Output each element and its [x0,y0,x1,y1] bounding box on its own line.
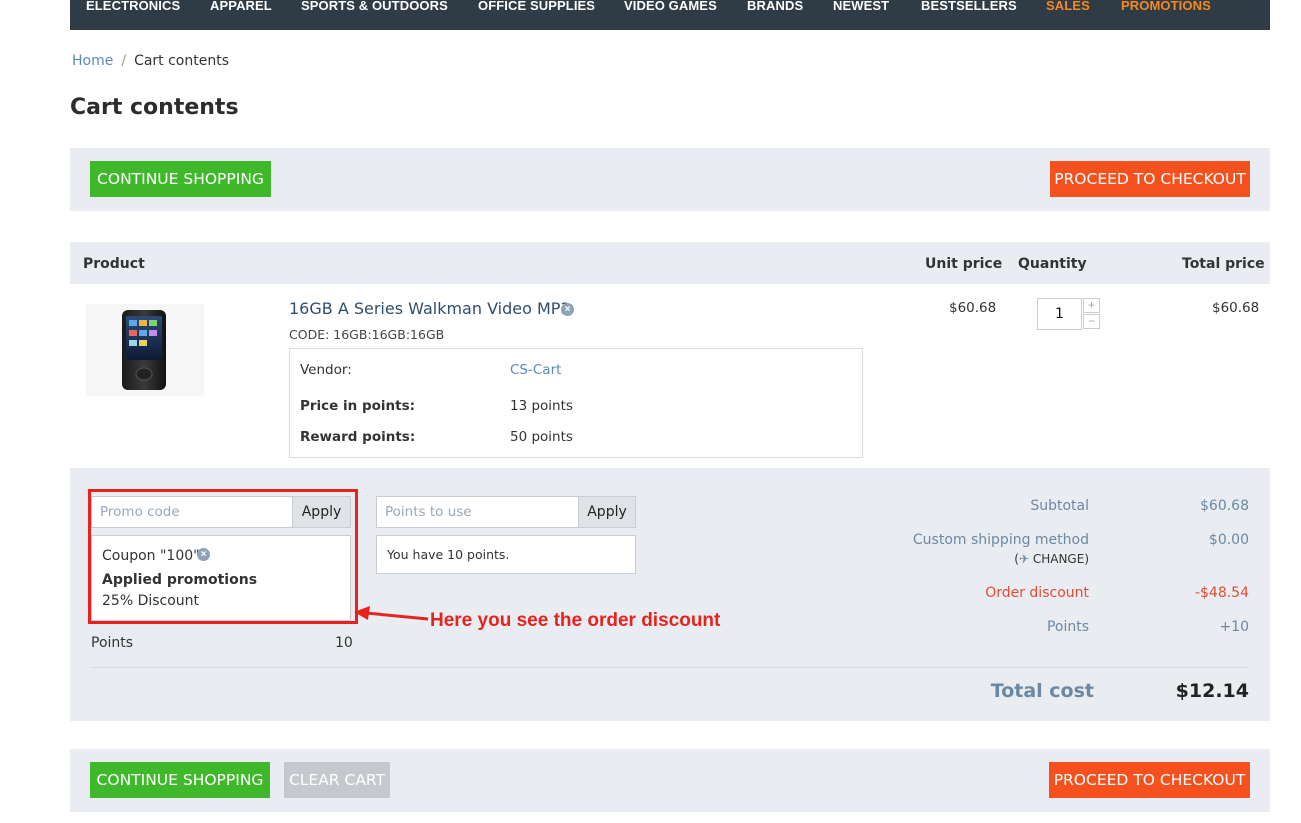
total-cost-label: Total cost [990,680,1094,702]
points-info-box: You have 10 points. [376,535,636,574]
vendor-label: Vendor: [300,362,352,378]
remove-product-icon[interactable]: × [561,303,574,316]
annotation-arrow-icon [354,606,429,621]
reward-points-label: Reward points: [300,429,416,445]
breadcrumb-home-link[interactable]: Home [72,53,113,69]
order-discount-value: -$48.54 [1194,585,1249,601]
quantity-input[interactable]: 1 [1037,298,1082,330]
annotation-text: Here you see the order discount [430,610,721,631]
quantity-increase-button[interactable]: + [1083,298,1100,313]
nav-item-newest[interactable]: NEWEST [833,0,889,13]
nav-item-bestsellers[interactable]: BESTSELLERS [921,0,1017,13]
points-apply-button[interactable]: Apply [578,497,635,527]
plane-icon: ✈ [1018,552,1030,566]
reward-points-value: 50 points [510,429,573,445]
nav-item-promotions[interactable]: PROMOTIONS [1121,0,1211,13]
annotation-highlight-box [88,489,358,624]
product-name-link[interactable]: 16GB A Series Walkman Video MP3 [289,299,571,318]
header-total-price: Total price [1182,256,1265,272]
total-cost-value: $12.14 [1175,680,1249,702]
table-header: Product Unit price Quantity Total price [70,242,1270,284]
nav-item-video-games[interactable]: VIDEO GAMES [624,0,717,13]
product-code: CODE: 16GB:16GB:16GB [289,327,445,342]
shipping-method-label: Custom shipping method [912,532,1089,548]
points-summary-value: +10 [1219,619,1249,635]
proceed-to-checkout-button[interactable]: PROCEED TO CHECKOUT [1050,161,1250,197]
vendor-link[interactable]: CS-Cart [510,362,561,378]
summary-divider [91,667,1249,668]
total-price: $60.68 [1212,300,1260,316]
change-shipping-link[interactable]: (✈ CHANGE) [1014,552,1089,566]
continue-shopping-button[interactable]: CONTINUE SHOPPING [90,161,271,197]
nav-item-apparel[interactable]: APPAREL [210,0,272,13]
nav-item-brands[interactable]: BRANDS [747,0,803,13]
unit-price: $60.68 [949,300,997,316]
points-group: Points to use Apply [376,496,636,528]
quantity-decrease-button[interactable]: − [1083,314,1100,329]
points-label: Points [91,635,134,651]
nav-item-office-supplies[interactable]: OFFICE SUPPLIES [478,0,595,13]
subtotal-label: Subtotal [1030,498,1089,514]
page-title: Cart contents [70,95,239,120]
points-info-text: You have 10 points. [387,547,510,562]
points-to-use-input[interactable]: Points to use [377,497,578,527]
points-summary-label: Points [1046,619,1089,635]
clear-cart-button[interactable]: CLEAR CART [284,762,390,798]
header-unit-price: Unit price [925,256,1003,272]
proceed-to-checkout-button-bottom[interactable]: PROCEED TO CHECKOUT [1049,762,1250,798]
nav-item-sales[interactable]: SALES [1046,0,1090,13]
points-value: 10 [335,635,353,651]
header-quantity: Quantity [1018,256,1087,272]
breadcrumb-current: Cart contents [134,53,230,69]
continue-shopping-button-bottom[interactable]: CONTINUE SHOPPING [90,762,270,798]
price-in-points-label: Price in points: [300,398,416,414]
mp3-player-image[interactable] [86,304,204,396]
top-button-bar: CONTINUE SHOPPING PROCEED TO CHECKOUT [70,148,1270,211]
nav-item-electronics[interactable]: ELECTRONICS [86,0,180,13]
top-navigation: ELECTRONICS APPAREL SPORTS & OUTDOORS OF… [70,0,1270,30]
header-product: Product [83,256,145,272]
subtotal-value: $60.68 [1200,498,1249,514]
change-shipping-label: CHANGE [1032,552,1085,566]
nav-item-sports-outdoors[interactable]: SPORTS & OUTDOORS [301,0,448,13]
shipping-value: $0.00 [1208,532,1249,548]
breadcrumb-separator: / [121,53,127,69]
price-in-points-value: 13 points [510,398,573,414]
product-options-box: Vendor: CS-Cart Price in points: 13 poin… [289,348,863,458]
bottom-button-bar: CONTINUE SHOPPING CLEAR CART PROCEED TO … [70,749,1270,812]
breadcrumb: Home / Cart contents [72,53,229,69]
order-discount-label: Order discount [985,585,1089,601]
